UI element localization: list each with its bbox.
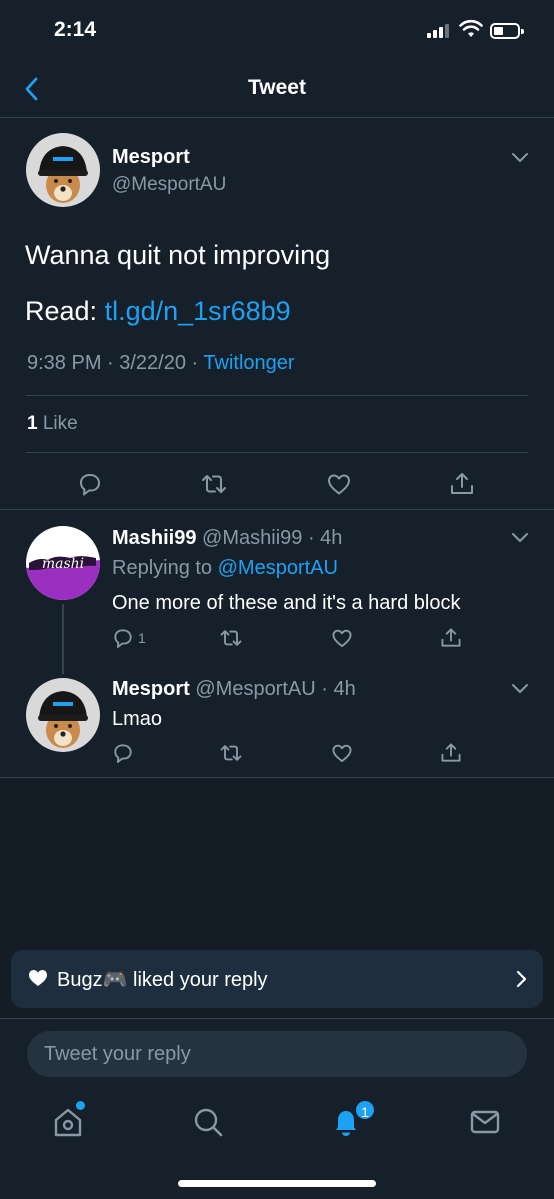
like-icon[interactable]	[330, 626, 354, 650]
reply-icon[interactable]	[76, 470, 104, 498]
heart-icon	[29, 970, 47, 986]
search-icon[interactable]	[188, 1102, 228, 1142]
replying-label: Replying to	[112, 557, 218, 579]
retweet-icon[interactable]	[200, 470, 228, 498]
reply-author-line: Mesport @MesportAU · 4h	[112, 678, 356, 701]
main-tweet: Mesport @MesportAU Wanna quit not improv…	[0, 118, 554, 510]
status-bar: 2:14	[0, 0, 554, 60]
chevron-down-icon[interactable]	[511, 152, 529, 164]
wifi-icon	[459, 19, 483, 37]
reply-icon[interactable]	[111, 626, 135, 650]
like-count-line[interactable]: 1 Like	[27, 413, 78, 435]
unread-dot	[76, 1101, 85, 1110]
like-icon[interactable]	[325, 470, 353, 498]
share-icon[interactable]	[439, 741, 463, 765]
toast-text: Bugz🎮 liked your reply	[57, 969, 268, 991]
like-count: 1	[27, 413, 38, 434]
reply-handle-time: @Mashii99 · 4h	[196, 527, 343, 549]
author-handle[interactable]: @MesportAU	[112, 174, 226, 196]
tweet-text: Wanna quit not improving	[25, 240, 331, 270]
tweet-read-line: Read: tl.gd/n_1sr68b9	[25, 296, 291, 327]
share-icon[interactable]	[448, 470, 476, 498]
divider	[26, 395, 528, 396]
notification-toast[interactable]: Bugz🎮 liked your reply	[11, 950, 543, 1008]
reply-text: One more of these and it's a hard block	[112, 592, 461, 614]
reply-tweet[interactable]: Mesport @MesportAU · 4h Lmao	[0, 665, 554, 777]
like-label: Like	[37, 413, 78, 434]
retweet-icon[interactable]	[219, 741, 243, 765]
reply-text: Lmao	[112, 708, 163, 730]
status-time: 2:14	[54, 18, 97, 41]
reply-author-name[interactable]: Mashii99	[112, 527, 196, 549]
page-title: Tweet	[248, 76, 306, 99]
battery-icon	[490, 23, 524, 39]
chevron-down-icon[interactable]	[511, 532, 529, 544]
mail-icon[interactable]	[465, 1102, 505, 1142]
reply-tweet[interactable]: mashi Mashii99 @Mashii99 · 4h Replying t…	[0, 510, 554, 665]
reply-input[interactable]	[27, 1031, 527, 1077]
timestamp-text: 9:38 PM · 3/22/20 ·	[27, 352, 204, 374]
thread-connector	[62, 604, 64, 674]
avatar[interactable]	[26, 133, 100, 207]
replying-to: Replying to @MesportAU	[112, 557, 338, 580]
like-icon[interactable]	[330, 741, 354, 765]
retweet-icon[interactable]	[219, 626, 243, 650]
share-icon[interactable]	[439, 626, 463, 650]
avatar[interactable]: mashi	[26, 526, 100, 600]
replying-to-link[interactable]: @MesportAU	[218, 557, 338, 579]
reply-icon[interactable]	[111, 741, 135, 765]
author-name[interactable]: Mesport	[112, 146, 190, 169]
signal-icon	[427, 24, 451, 38]
nav-bar: Tweet	[0, 60, 554, 118]
read-label: Read:	[25, 296, 105, 326]
divider	[26, 452, 528, 453]
reply-author-name[interactable]: Mesport	[112, 678, 190, 700]
notification-badge: 1	[354, 1099, 376, 1121]
tweet-timestamp: 9:38 PM · 3/22/20 · Twitlonger	[27, 352, 295, 375]
chevron-right-icon[interactable]	[515, 970, 527, 988]
tweet-source-link[interactable]: Twitlonger	[203, 352, 294, 374]
avatar[interactable]	[26, 678, 100, 752]
tweet-link[interactable]: tl.gd/n_1sr68b9	[105, 296, 291, 326]
home-indicator	[178, 1180, 376, 1187]
reply-count: 1	[138, 630, 146, 646]
svg-text:mashi: mashi	[42, 556, 84, 572]
chevron-down-icon[interactable]	[511, 683, 529, 695]
reply-handle-time: @MesportAU · 4h	[189, 678, 356, 700]
reply-composer	[0, 1018, 554, 1090]
reply-author-line: Mashii99 @Mashii99 · 4h	[112, 527, 342, 550]
